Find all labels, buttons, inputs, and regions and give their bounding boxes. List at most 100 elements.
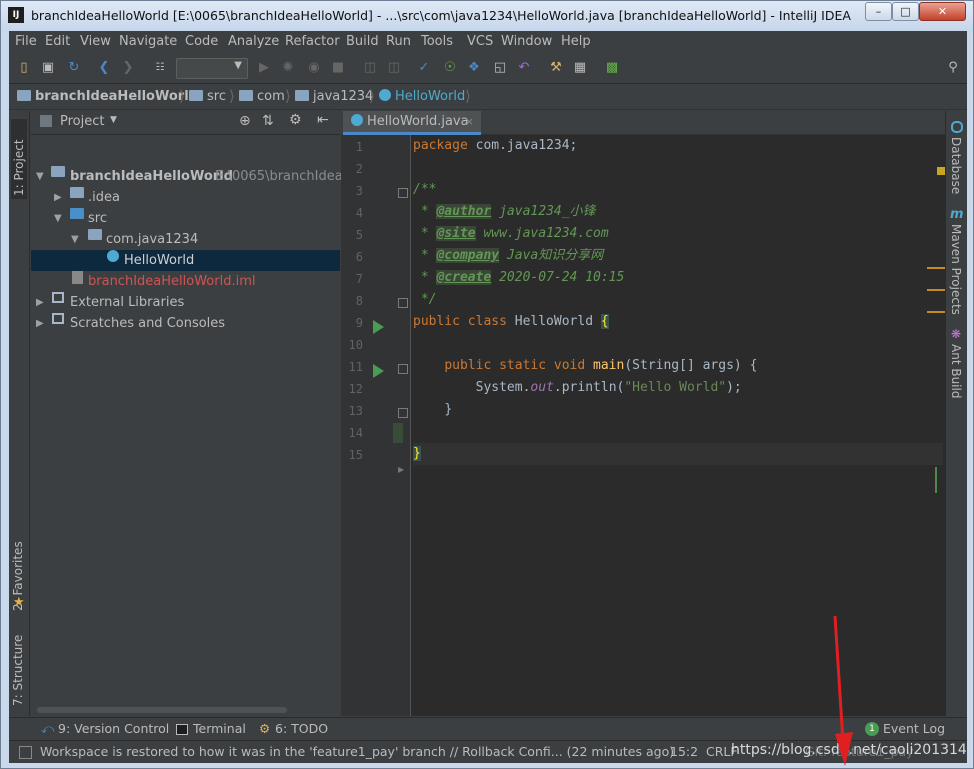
breadcrumb-src[interactable]: src <box>189 89 226 104</box>
fold-marker-icon[interactable] <box>398 298 408 308</box>
run-config-select[interactable]: ▼ <box>176 58 248 79</box>
menu-run[interactable]: Run <box>386 34 411 49</box>
chevron-right-icon[interactable]: ▶ <box>54 187 62 208</box>
stop-icon[interactable]: ■ <box>329 59 347 77</box>
forward-icon[interactable]: ❯ <box>119 59 137 77</box>
tree-item-external-libraries[interactable]: ▶ External Libraries <box>31 292 340 313</box>
fold-end-icon[interactable]: ▶ <box>398 465 404 474</box>
run-icon[interactable]: ▶ <box>255 59 273 77</box>
chevron-right-icon[interactable]: ▶ <box>36 292 44 313</box>
chevron-down-icon[interactable]: ▼ <box>54 208 62 229</box>
tab-database[interactable]: Database <box>949 137 963 194</box>
menu-navigate[interactable]: Navigate <box>119 34 177 49</box>
warning-stripe[interactable] <box>927 267 945 269</box>
tree-item-scratches[interactable]: ▶ Scratches and Consoles <box>31 313 340 334</box>
tab-event-log[interactable]: Event Log <box>883 721 945 736</box>
tree-item-src[interactable]: ▼ src <box>31 208 340 229</box>
tree-item-helloworld[interactable]: HelloWorld <box>31 250 340 271</box>
chevron-right-icon[interactable]: ▶ <box>36 313 44 334</box>
line-number: 7 <box>355 272 363 286</box>
tree-item-package[interactable]: ▼ com.java1234 <box>31 229 340 250</box>
breadcrumb-project[interactable]: branchIdeaHelloWorld <box>17 89 198 104</box>
sdk-icon[interactable]: ◫ <box>385 59 403 77</box>
sync-icon[interactable]: ↻ <box>65 59 83 77</box>
search-icon[interactable]: ⚲ <box>944 59 962 77</box>
chevron-down-icon[interactable]: ▼ <box>71 229 79 250</box>
project-structure-icon[interactable]: ◫ <box>361 59 379 77</box>
chevron-down-icon[interactable]: ▼ <box>36 166 44 187</box>
gear-icon[interactable]: ⚙ <box>289 112 302 128</box>
tab-helloworld-java[interactable]: HelloWorld.java × <box>343 111 481 135</box>
close-tab-icon[interactable]: × <box>465 111 474 132</box>
caret-position[interactable]: 15:2 <box>670 744 698 759</box>
tree-item-idea[interactable]: ▶ .idea <box>31 187 340 208</box>
fold-marker-icon[interactable] <box>398 188 408 198</box>
code-area[interactable]: package com.java1234; /** * @author java… <box>413 135 943 716</box>
breadcrumb-com[interactable]: com <box>239 89 285 104</box>
menu-view[interactable]: View <box>80 34 111 49</box>
project-view-title[interactable]: Project <box>60 114 104 129</box>
code-line: public class HelloWorld { <box>413 314 609 329</box>
fold-marker-icon[interactable] <box>398 408 408 418</box>
tab-todo[interactable]: 6: TODO <box>275 721 328 736</box>
collapse-all-icon[interactable]: ⇅ <box>262 113 274 129</box>
tab-maven[interactable]: Maven Projects <box>949 224 963 315</box>
back-icon[interactable]: ❮ <box>95 59 113 77</box>
coverage-icon[interactable]: ◉ <box>305 59 323 77</box>
hide-panel-icon[interactable]: ⇤ <box>317 112 329 128</box>
menu-window[interactable]: Window <box>501 34 552 49</box>
maximize-button[interactable]: □ <box>892 2 919 21</box>
vcs-revert-icon[interactable]: ↶ <box>515 59 533 77</box>
debug-icon[interactable]: ✺ <box>279 59 297 77</box>
run-class-icon[interactable] <box>373 320 384 334</box>
breadcrumb: branchIdeaHelloWorld ⟩ src ⟩ com ⟩ java1… <box>9 85 967 110</box>
status-toggle-checkbox[interactable] <box>19 746 32 759</box>
code-line: * @site www.java1234.com <box>413 226 609 241</box>
tab-version-control[interactable]: 9: Version Control <box>58 721 169 736</box>
ant-icon: ❋ <box>951 327 962 341</box>
vcs-history-icon[interactable]: ◱ <box>491 59 509 77</box>
menu-refactor[interactable]: Refactor <box>285 34 340 49</box>
warning-stripe[interactable] <box>927 289 945 291</box>
chevron-down-icon[interactable]: ▼ <box>110 115 117 125</box>
menu-analyze[interactable]: Analyze <box>228 34 279 49</box>
right-tool-strip: Database m Maven Projects ❋ Ant Build <box>945 111 967 716</box>
menu-code[interactable]: Code <box>185 34 218 49</box>
plugin-icon[interactable]: ▩ <box>603 59 621 77</box>
inspection-status-icon[interactable] <box>937 167 945 175</box>
menu-build[interactable]: Build <box>346 34 379 49</box>
vcs-compare-icon[interactable]: ❖ <box>465 59 483 77</box>
tab-project[interactable]: 1: Project <box>11 119 27 199</box>
breadcrumb-helloworld[interactable]: HelloWorld <box>379 89 465 104</box>
run-main-icon[interactable] <box>373 364 384 378</box>
tree-item-iml[interactable]: branchIdeaHelloWorld.iml <box>31 271 340 292</box>
menu-tools[interactable]: Tools <box>421 34 453 49</box>
warning-stripe[interactable] <box>927 311 945 313</box>
minimize-button[interactable]: – <box>865 2 892 21</box>
save-icon[interactable]: ▣ <box>39 59 57 77</box>
tab-structure[interactable]: 7: Structure <box>11 626 25 706</box>
horizontal-scrollbar[interactable] <box>37 707 287 713</box>
fold-marker-icon[interactable] <box>398 364 408 374</box>
project-panel-header: Project ▼ ⊕ ⇅ ⚙ ⇤ <box>31 111 340 135</box>
tab-ant-build[interactable]: Ant Build <box>949 344 963 398</box>
tab-terminal[interactable]: Terminal <box>193 721 246 736</box>
settings-wrench-icon[interactable]: ⚒ <box>547 59 565 77</box>
menu-vcs[interactable]: VCS <box>467 34 493 49</box>
vcs-commit-icon[interactable]: ☉ <box>441 59 459 77</box>
breadcrumb-java1234[interactable]: java1234 <box>295 89 373 104</box>
close-button[interactable]: ✕ <box>919 2 966 21</box>
menu-help[interactable]: Help <box>561 34 591 49</box>
structure-icon[interactable]: ▦ <box>571 59 589 77</box>
status-message[interactable]: Workspace is restored to how it was in t… <box>40 744 674 759</box>
class-icon <box>107 250 119 262</box>
vcs-update-icon[interactable]: ✓ <box>415 59 433 77</box>
menu-file[interactable]: File <box>15 34 37 49</box>
locate-icon[interactable]: ⊕ <box>239 113 251 129</box>
current-code-line: } <box>413 443 943 465</box>
menu-edit[interactable]: Edit <box>45 34 70 49</box>
line-number: 10 <box>348 338 363 352</box>
build-icon[interactable]: ☷ <box>151 59 169 77</box>
tree-item-project[interactable]: ▼ branchIdeaHelloWorld E:\0065\branchIde… <box>31 166 352 187</box>
open-folder-icon[interactable]: ▯ <box>15 59 33 77</box>
